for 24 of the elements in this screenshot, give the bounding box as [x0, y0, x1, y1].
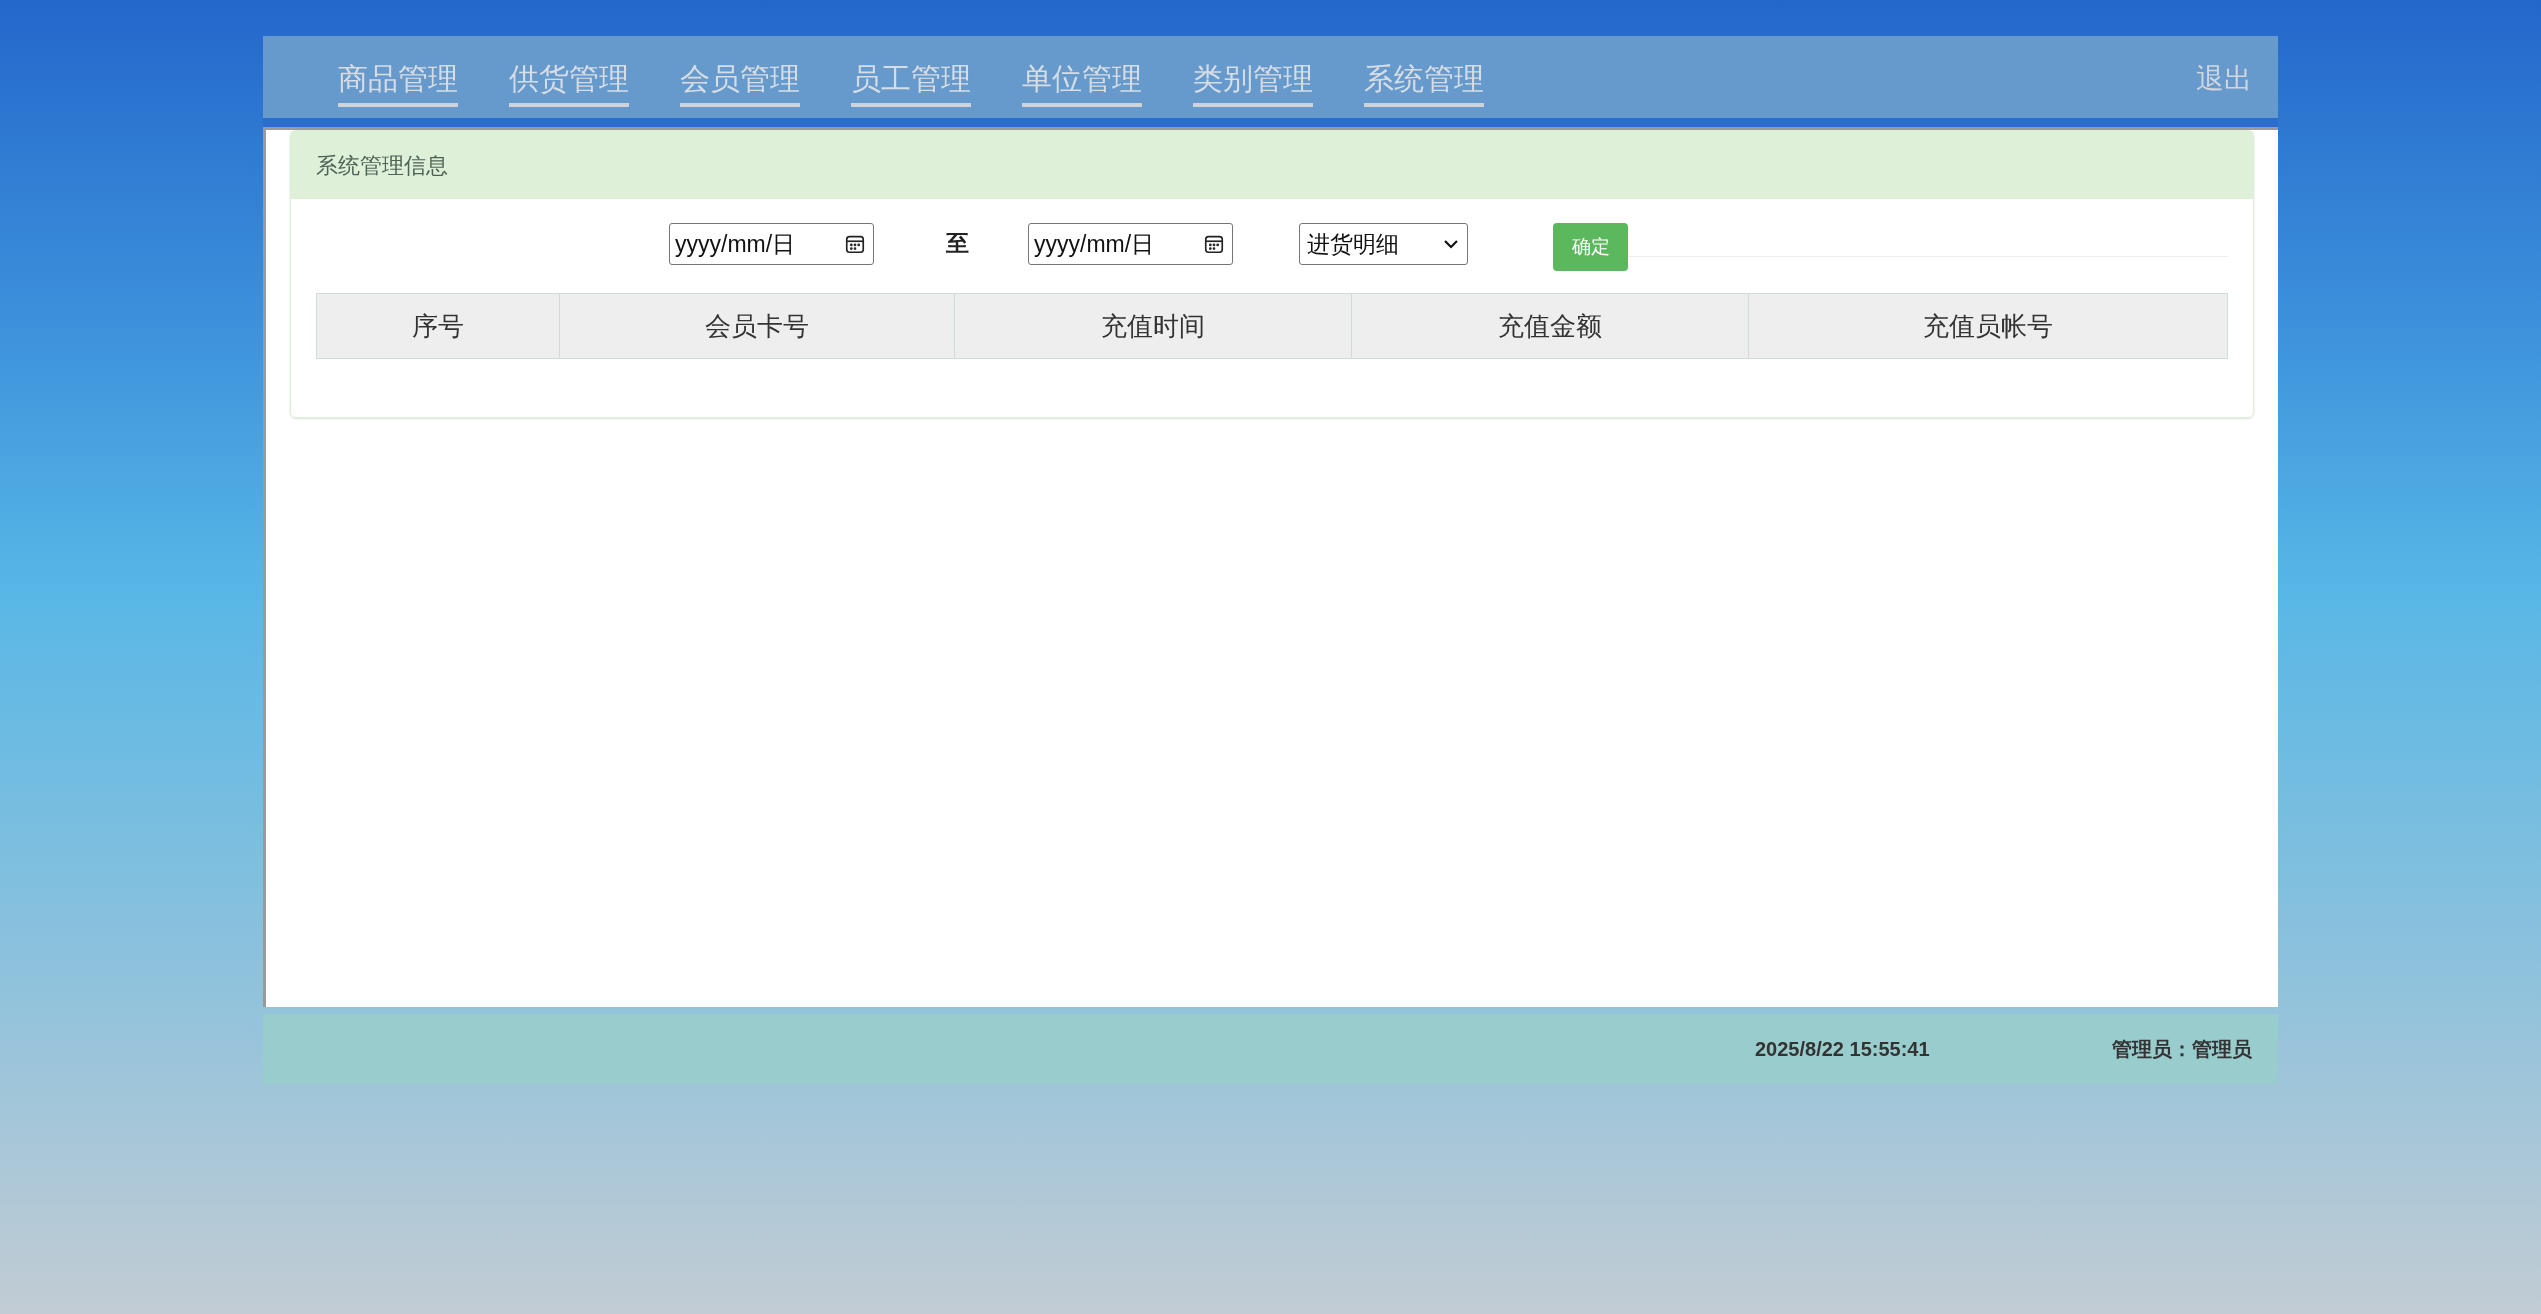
column-header: 会员卡号 [559, 294, 954, 358]
status-time: 2025/8/22 15:55:41 [1755, 1037, 1930, 1062]
calendar-icon [1203, 233, 1225, 255]
date-field[interactable]: yyyy/mm/日 [669, 223, 874, 265]
nav-link[interactable]: 员工管理 [851, 47, 971, 107]
nav-link[interactable]: 商品管理 [338, 47, 458, 107]
range-separator: 至 [946, 229, 969, 258]
nav-link[interactable]: 类别管理 [1193, 47, 1313, 107]
calendar-icon [844, 233, 866, 255]
nav-link[interactable]: 单位管理 [1022, 47, 1142, 107]
card-title: 系统管理信息 [316, 151, 448, 180]
nav-link[interactable]: 会员管理 [680, 47, 800, 107]
type-select[interactable]: 进货明细 [1299, 223, 1468, 265]
column-header: 充值员帐号 [1748, 294, 2227, 358]
nav-link[interactable]: 供货管理 [509, 47, 629, 107]
chevron-down-icon [1443, 238, 1459, 250]
column-header: 序号 [411, 309, 465, 343]
logout-link[interactable]: 退出 [2196, 54, 2252, 100]
date-field[interactable]: yyyy/mm/日 [1028, 223, 1233, 265]
column-header: 充值时间 [954, 294, 1351, 358]
nav-link[interactable]: 系统管理 [1364, 47, 1484, 107]
column-header: 充值金额 [1351, 294, 1748, 358]
confirm-button[interactable]: 确定 [1553, 223, 1628, 271]
status-user: 管理员：管理员 [2112, 1037, 2252, 1062]
